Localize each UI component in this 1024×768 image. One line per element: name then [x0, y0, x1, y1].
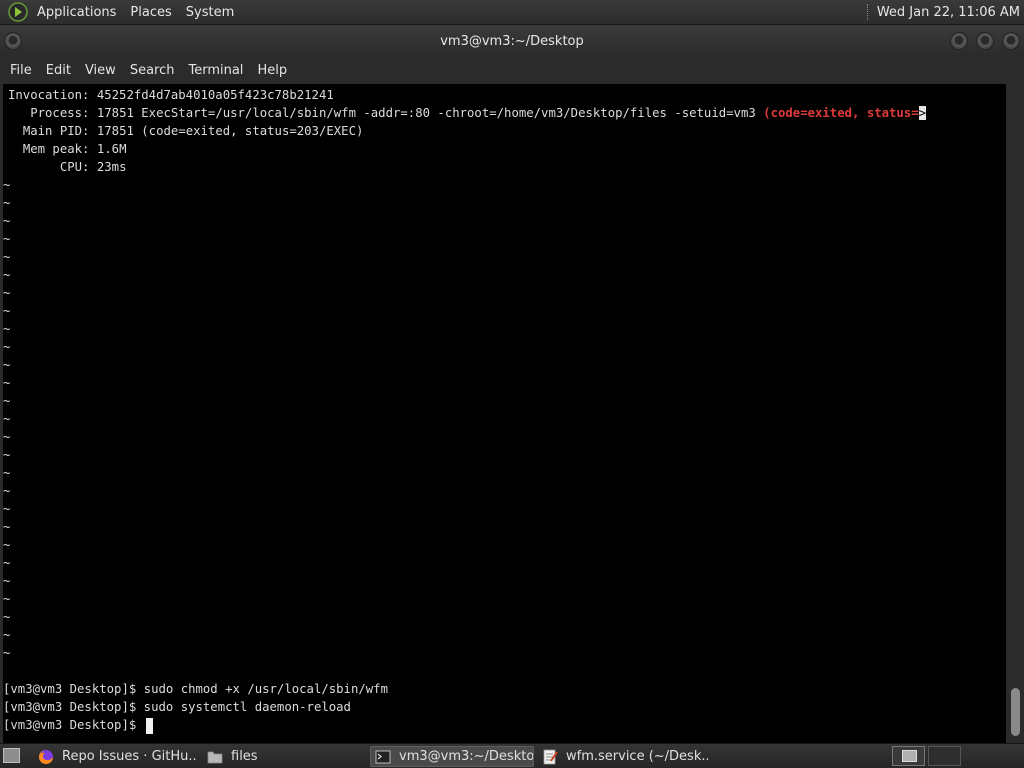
- panel-separator: [866, 4, 869, 20]
- status-line-invocation: Invocation: 45252fd4d7ab4010a05f423c78b2…: [8, 86, 334, 104]
- pager-tilde: ~: [3, 592, 11, 606]
- pager-tilde: ~: [3, 340, 11, 354]
- menubar: File Edit View Search Terminal Help: [0, 57, 1024, 83]
- status-value: 17851 (code=exited, status=203/EXEC): [96, 124, 364, 138]
- menu-edit[interactable]: Edit: [39, 63, 78, 78]
- pager-tilde: ~: [3, 250, 11, 264]
- workspace-window-thumb: [902, 750, 917, 762]
- task-label: files: [231, 749, 258, 764]
- prompt: [vm3@vm3 Desktop]$: [3, 718, 144, 732]
- bottom-panel: Repo Issues · GitHu... files vm3@vm3:~/D…: [0, 743, 1024, 768]
- folder-icon: [207, 751, 223, 763]
- text-editor-icon: [543, 749, 558, 764]
- menu-places[interactable]: Places: [123, 0, 178, 24]
- menu-system[interactable]: System: [179, 0, 241, 24]
- pager-tilde: ~: [3, 394, 11, 408]
- menu-terminal[interactable]: Terminal: [181, 63, 250, 78]
- pager-tilde: ~: [3, 430, 11, 444]
- prompt: [vm3@vm3 Desktop]$: [3, 700, 144, 714]
- window-titlebar[interactable]: vm3@vm3:~/Desktop: [0, 25, 1024, 57]
- firefox-icon: [39, 749, 53, 764]
- terminal-icon: [375, 750, 391, 763]
- scrollbar-thumb[interactable]: [1011, 688, 1020, 736]
- pager-tilde: ~: [3, 538, 11, 552]
- pager-tilde: ~: [3, 268, 11, 282]
- pager-tilde: ~: [3, 322, 11, 336]
- task-label: wfm.service (~/Desk...: [566, 749, 708, 764]
- status-label: Process:: [30, 106, 90, 120]
- window-title: vm3@vm3:~/Desktop: [440, 33, 584, 49]
- status-line-cpu: CPU: 23ms: [8, 158, 127, 176]
- status-line-mem-peak: Mem peak: 1.6M: [8, 140, 127, 158]
- prompt: [vm3@vm3 Desktop]$: [3, 682, 144, 696]
- text-cursor: [145, 717, 153, 734]
- pager-tilde: ~: [3, 556, 11, 570]
- truncation-marker: >: [918, 106, 927, 120]
- terminal-scrollbar[interactable]: [1008, 84, 1022, 743]
- status-label: Mem peak:: [22, 142, 90, 156]
- status-value: 23ms: [96, 160, 127, 174]
- pager-tilde: ~: [3, 196, 11, 210]
- menu-search[interactable]: Search: [123, 63, 182, 78]
- active-prompt-line[interactable]: [vm3@vm3 Desktop]$: [3, 716, 153, 734]
- status-error-text: (code=exited, status=: [763, 106, 919, 120]
- pager-tilde: ~: [3, 628, 11, 642]
- terminal-window: vm3@vm3:~/Desktop File Edit View Search …: [0, 25, 1024, 743]
- status-line-process: Process: 17851 ExecStart=/usr/local/sbin…: [8, 104, 927, 122]
- pager-tilde: ~: [3, 304, 11, 318]
- task-label: Repo Issues · GitHu...: [62, 749, 196, 764]
- workspace-2[interactable]: [928, 746, 961, 766]
- menu-help[interactable]: Help: [250, 63, 294, 78]
- pager-tilde: ~: [3, 358, 11, 372]
- status-value: 1.6M: [96, 142, 127, 156]
- pager-tilde: ~: [3, 448, 11, 462]
- pager-tilde: ~: [3, 574, 11, 588]
- menu-file[interactable]: File: [3, 63, 39, 78]
- status-value: 17851 ExecStart=/usr/local/sbin/wfm -add…: [96, 106, 764, 120]
- pager-tilde: ~: [3, 520, 11, 534]
- status-value: 45252fd4d7ab4010a05f423c78b21241: [96, 88, 334, 102]
- clock[interactable]: Wed Jan 22, 11:06 AM: [877, 5, 1024, 20]
- pager-tilde: ~: [3, 610, 11, 624]
- status-label: Invocation:: [8, 88, 90, 102]
- command-text: sudo chmod +x /usr/local/sbin/wfm: [143, 682, 388, 696]
- menu-applications[interactable]: Applications: [30, 0, 123, 24]
- show-desktop-icon[interactable]: [3, 748, 20, 763]
- command-line: [vm3@vm3 Desktop]$ sudo systemctl daemon…: [3, 698, 351, 716]
- status-label: Main PID:: [22, 124, 90, 138]
- close-button[interactable]: [1002, 32, 1020, 50]
- minimize-button[interactable]: [950, 32, 968, 50]
- command-text: sudo systemctl daemon-reload: [143, 700, 351, 714]
- status-line-main-pid: Main PID: 17851 (code=exited, status=203…: [8, 122, 364, 140]
- maximize-button[interactable]: [976, 32, 994, 50]
- task-terminal[interactable]: vm3@vm3:~/Desktop: [370, 746, 534, 767]
- pager-tilde: ~: [3, 466, 11, 480]
- task-firefox[interactable]: Repo Issues · GitHu...: [34, 746, 196, 767]
- pager-tilde: ~: [3, 376, 11, 390]
- task-label: vm3@vm3:~/Desktop: [399, 749, 534, 764]
- task-text-editor[interactable]: wfm.service (~/Desk...: [538, 746, 708, 767]
- pager-tilde: ~: [3, 646, 11, 660]
- command-line: [vm3@vm3 Desktop]$ sudo chmod +x /usr/lo…: [3, 680, 388, 698]
- applications-logo-icon[interactable]: [8, 2, 28, 22]
- pager-tilde: ~: [3, 484, 11, 498]
- status-label: CPU:: [59, 160, 90, 174]
- pager-tilde: ~: [3, 214, 11, 228]
- pager-tilde: ~: [3, 232, 11, 246]
- pager-tilde: ~: [3, 412, 11, 426]
- pager-tilde: ~: [3, 178, 11, 192]
- task-files[interactable]: files: [203, 746, 363, 767]
- top-panel: Applications Places System Wed Jan 22, 1…: [0, 0, 1024, 25]
- workspace-1[interactable]: [892, 746, 925, 766]
- window-menu-button[interactable]: [4, 32, 22, 50]
- terminal-output[interactable]: Invocation: 45252fd4d7ab4010a05f423c78b2…: [3, 84, 1006, 743]
- pager-tilde: ~: [3, 502, 11, 516]
- pager-tilde: ~: [3, 286, 11, 300]
- menu-view[interactable]: View: [78, 63, 123, 78]
